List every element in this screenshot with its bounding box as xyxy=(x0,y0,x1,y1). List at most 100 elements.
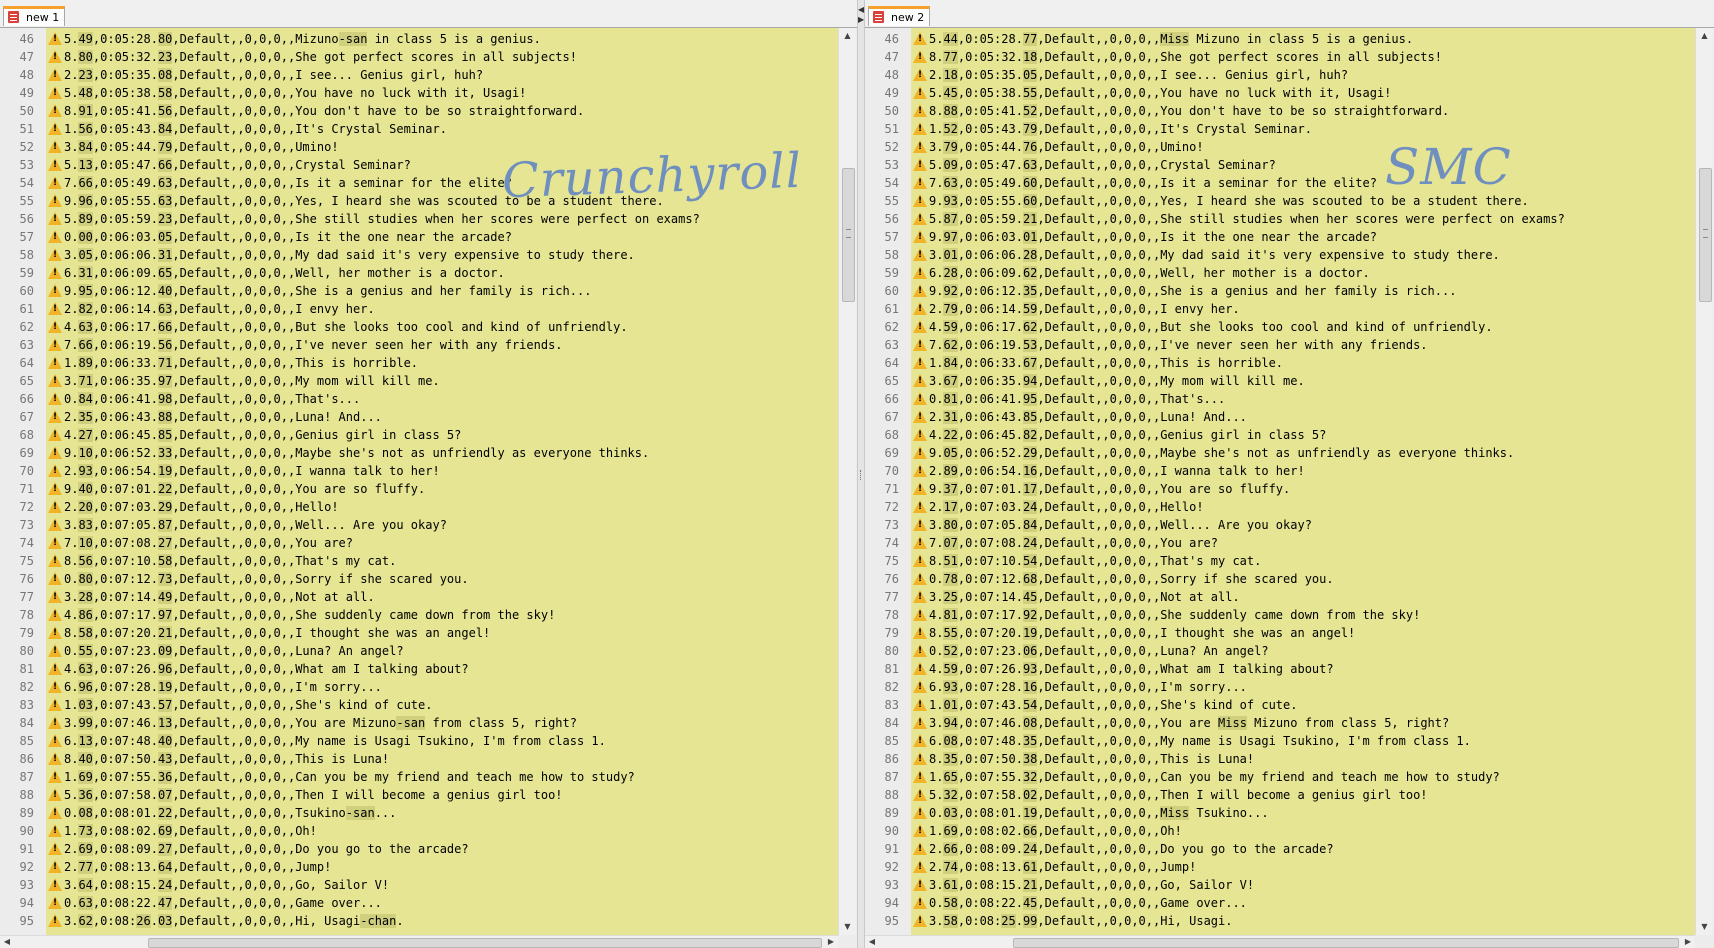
scroll-right-arrow-icon[interactable]: ▶ xyxy=(1681,936,1695,948)
editor-line[interactable]: 67 2.31,0:06:43.85,Default,,0,0,0,,Luna! … xyxy=(865,408,1695,426)
scrollbar-thumb[interactable] xyxy=(148,938,822,948)
editor-line[interactable]: 64 1.84,0:06:33.67,Default,,0,0,0,,This i… xyxy=(865,354,1695,372)
editor-line[interactable]: 70 2.89,0:06:54.16,Default,,0,0,0,,I wann… xyxy=(865,462,1695,480)
scroll-up-arrow-icon[interactable]: ▲ xyxy=(1696,28,1713,44)
editor-line[interactable]: 60 9.95,0:06:12.40,Default,,0,0,0,,She is… xyxy=(0,282,838,300)
arrow-right-icon[interactable]: ▶ xyxy=(858,16,864,24)
editor-line[interactable]: 88 5.36,0:07:58.07,Default,,0,0,0,,Then I… xyxy=(0,786,838,804)
editor-line[interactable]: 51 1.56,0:05:43.84,Default,,0,0,0,,It's C… xyxy=(0,120,838,138)
editor-line[interactable]: 58 3.01,0:06:06.28,Default,,0,0,0,,My dad… xyxy=(865,246,1695,264)
editor-line[interactable]: 52 3.79,0:05:44.76,Default,,0,0,0,,Umino! xyxy=(865,138,1695,156)
editor-line[interactable]: 65 3.67,0:06:35.94,Default,,0,0,0,,My mom… xyxy=(865,372,1695,390)
scroll-down-arrow-icon[interactable]: ▼ xyxy=(1696,919,1713,935)
editor-line[interactable]: 60 9.92,0:06:12.35,Default,,0,0,0,,She is… xyxy=(865,282,1695,300)
scrollbar-thumb[interactable] xyxy=(842,168,855,302)
editor-line[interactable]: 82 6.93,0:07:28.16,Default,,0,0,0,,I'm so… xyxy=(865,678,1695,696)
editor-line[interactable]: 91 2.66,0:08:09.24,Default,,0,0,0,,Do you… xyxy=(865,840,1695,858)
editor-line[interactable]: 94 0.63,0:08:22.47,Default,,0,0,0,,Game o… xyxy=(0,894,838,912)
editor-line[interactable]: 50 8.88,0:05:41.52,Default,,0,0,0,,You do… xyxy=(865,102,1695,120)
editor-line[interactable]: 86 8.40,0:07:50.43,Default,,0,0,0,,This i… xyxy=(0,750,838,768)
editor-line[interactable]: 75 8.51,0:07:10.54,Default,,0,0,0,,That's… xyxy=(865,552,1695,570)
editor-line[interactable]: 71 9.40,0:07:01.22,Default,,0,0,0,,You ar… xyxy=(0,480,838,498)
editor-line[interactable]: 76 0.80,0:07:12.73,Default,,0,0,0,,Sorry … xyxy=(0,570,838,588)
editor-line[interactable]: 87 1.65,0:07:55.32,Default,,0,0,0,,Can yo… xyxy=(865,768,1695,786)
editor-line[interactable]: 53 5.09,0:05:47.63,Default,,0,0,0,,Crysta… xyxy=(865,156,1695,174)
scrollbar-thumb[interactable] xyxy=(1013,938,1679,948)
editor-line[interactable]: 59 6.28,0:06:09.62,Default,,0,0,0,,Well, … xyxy=(865,264,1695,282)
editor-line[interactable]: 48 2.18,0:05:35.05,Default,,0,0,0,,I see.… xyxy=(865,66,1695,84)
editor-line[interactable]: 67 2.35,0:06:43.88,Default,,0,0,0,,Luna! … xyxy=(0,408,838,426)
editor-line[interactable]: 89 0.03,0:08:01.19,Default,,0,0,0,,Miss T… xyxy=(865,804,1695,822)
editor-line[interactable]: 58 3.05,0:06:06.31,Default,,0,0,0,,My dad… xyxy=(0,246,838,264)
editor-line[interactable]: 72 2.20,0:07:03.29,Default,,0,0,0,,Hello! xyxy=(0,498,838,516)
editor-line[interactable]: 50 8.91,0:05:41.56,Default,,0,0,0,,You do… xyxy=(0,102,838,120)
scroll-up-arrow-icon[interactable]: ▲ xyxy=(839,28,856,44)
editor-line[interactable]: 93 3.61,0:08:15.21,Default,,0,0,0,,Go, Sa… xyxy=(865,876,1695,894)
editor-line[interactable]: 78 4.81,0:07:17.92,Default,,0,0,0,,She su… xyxy=(865,606,1695,624)
editor-line[interactable]: 74 7.10,0:07:08.27,Default,,0,0,0,,You ar… xyxy=(0,534,838,552)
editor-line[interactable]: 68 4.27,0:06:45.85,Default,,0,0,0,,Genius… xyxy=(0,426,838,444)
scroll-left-arrow-icon[interactable]: ◀ xyxy=(0,936,14,948)
editor-line[interactable]: 83 1.03,0:07:43.57,Default,,0,0,0,,She's … xyxy=(0,696,838,714)
editor-line[interactable]: 70 2.93,0:06:54.19,Default,,0,0,0,,I wann… xyxy=(0,462,838,480)
editor-line[interactable]: 91 2.69,0:08:09.27,Default,,0,0,0,,Do you… xyxy=(0,840,838,858)
scroll-left-arrow-icon[interactable]: ◀ xyxy=(865,936,879,948)
editor-line[interactable]: 93 3.64,0:08:15.24,Default,,0,0,0,,Go, Sa… xyxy=(0,876,838,894)
editor-line[interactable]: 75 8.56,0:07:10.58,Default,,0,0,0,,That's… xyxy=(0,552,838,570)
arrow-left-icon[interactable]: ◀ xyxy=(858,6,864,14)
editor-line[interactable]: 68 4.22,0:06:45.82,Default,,0,0,0,,Genius… xyxy=(865,426,1695,444)
editor-line[interactable]: 78 4.86,0:07:17.97,Default,,0,0,0,,She su… xyxy=(0,606,838,624)
vertical-scrollbar[interactable]: ▲ ▼ xyxy=(1695,28,1713,935)
horizontal-scrollbar[interactable]: ◀ ▶ xyxy=(0,935,838,948)
editor-line[interactable]: 51 1.52,0:05:43.79,Default,,0,0,0,,It's C… xyxy=(865,120,1695,138)
editor-line[interactable]: 59 6.31,0:06:09.65,Default,,0,0,0,,Well, … xyxy=(0,264,838,282)
tab-new-1[interactable]: new 1 xyxy=(3,6,65,26)
editor-line[interactable]: 81 4.59,0:07:26.93,Default,,0,0,0,,What a… xyxy=(865,660,1695,678)
editor-line[interactable]: 56 5.89,0:05:59.23,Default,,0,0,0,,She st… xyxy=(0,210,838,228)
vertical-scrollbar[interactable]: ▲ ▼ xyxy=(838,28,856,935)
editor-line[interactable]: 55 9.93,0:05:55.60,Default,,0,0,0,,Yes, I… xyxy=(865,192,1695,210)
editor-line[interactable]: 80 0.52,0:07:23.06,Default,,0,0,0,,Luna? … xyxy=(865,642,1695,660)
editor-line[interactable]: 48 2.23,0:05:35.08,Default,,0,0,0,,I see.… xyxy=(0,66,838,84)
editor-line[interactable]: 76 0.78,0:07:12.68,Default,,0,0,0,,Sorry … xyxy=(865,570,1695,588)
editor-line[interactable]: 57 9.97,0:06:03.01,Default,,0,0,0,,Is it … xyxy=(865,228,1695,246)
editor-line[interactable]: 47 8.77,0:05:32.18,Default,,0,0,0,,She go… xyxy=(865,48,1695,66)
editor-line[interactable]: 84 3.94,0:07:46.08,Default,,0,0,0,,You ar… xyxy=(865,714,1695,732)
horizontal-scrollbar[interactable]: ◀ ▶ xyxy=(865,935,1695,948)
editor-line[interactable]: 61 2.82,0:06:14.63,Default,,0,0,0,,I envy… xyxy=(0,300,838,318)
editor-line[interactable]: 92 2.74,0:08:13.61,Default,,0,0,0,,Jump! xyxy=(865,858,1695,876)
editor-line[interactable]: 73 3.83,0:07:05.87,Default,,0,0,0,,Well..… xyxy=(0,516,838,534)
editor-line[interactable]: 90 1.69,0:08:02.66,Default,,0,0,0,,Oh! xyxy=(865,822,1695,840)
editor-line[interactable]: 953.62,0:08:26.03,Default,,0,0,0,,Hi, Us… xyxy=(0,912,838,930)
editor-line[interactable]: 69 9.05,0:06:52.29,Default,,0,0,0,,Maybe … xyxy=(865,444,1695,462)
editor-line[interactable]: 64 1.89,0:06:33.71,Default,,0,0,0,,This i… xyxy=(0,354,838,372)
editor-line[interactable]: 77 3.28,0:07:14.49,Default,,0,0,0,,Not at… xyxy=(0,588,838,606)
text-editor[interactable]: 465.49,0:05:28.80,Default,,0,0,0,,Mizuno… xyxy=(0,28,838,935)
editor-line[interactable]: 69 9.10,0:06:52.33,Default,,0,0,0,,Maybe … xyxy=(0,444,838,462)
tab-new-2[interactable]: new 2 xyxy=(868,6,930,26)
editor-line[interactable]: 61 2.79,0:06:14.59,Default,,0,0,0,,I envy… xyxy=(865,300,1695,318)
editor-line[interactable]: 46 5.49,0:05:28.80,Default,,0,0,0,,Mizuno… xyxy=(0,30,838,48)
editor-line[interactable]: 74 7.07,0:07:08.24,Default,,0,0,0,,You ar… xyxy=(865,534,1695,552)
editor-line[interactable]: 66 0.84,0:06:41.98,Default,,0,0,0,,That's… xyxy=(0,390,838,408)
editor-line[interactable]: 54 7.63,0:05:49.60,Default,,0,0,0,,Is it … xyxy=(865,174,1695,192)
editor-line[interactable]: 80 0.55,0:07:23.09,Default,,0,0,0,,Luna? … xyxy=(0,642,838,660)
editor-line[interactable]: 87 1.69,0:07:55.36,Default,,0,0,0,,Can yo… xyxy=(0,768,838,786)
editor-line[interactable]: 46 5.44,0:05:28.77,Default,,0,0,0,,Miss M… xyxy=(865,30,1695,48)
scroll-down-arrow-icon[interactable]: ▼ xyxy=(839,919,856,935)
editor-line[interactable]: 47 8.80,0:05:32.23,Default,,0,0,0,,She go… xyxy=(0,48,838,66)
editor-line[interactable]: 62 4.63,0:06:17.66,Default,,0,0,0,,But sh… xyxy=(0,318,838,336)
editor-line[interactable]: 82 6.96,0:07:28.19,Default,,0,0,0,,I'm so… xyxy=(0,678,838,696)
editor-line[interactable]: 86 8.35,0:07:50.38,Default,,0,0,0,,This i… xyxy=(865,750,1695,768)
editor-line[interactable]: 624.59,0:06:17.62,Default,,0,0,0,,But sh… xyxy=(865,318,1695,336)
editor-line[interactable]: 79 8.58,0:07:20.21,Default,,0,0,0,,I thou… xyxy=(0,624,838,642)
editor-line[interactable]: 49 5.48,0:05:38.58,Default,,0,0,0,,You ha… xyxy=(0,84,838,102)
text-editor[interactable]: 465.44,0:05:28.77,Default,,0,0,0,,Miss M… xyxy=(865,28,1695,935)
editor-line[interactable]: 63 7.62,0:06:19.53,Default,,0,0,0,,I've n… xyxy=(865,336,1695,354)
editor-line[interactable]: 77 3.25,0:07:14.45,Default,,0,0,0,,Not at… xyxy=(865,588,1695,606)
editor-line[interactable]: 73 3.80,0:07:05.84,Default,,0,0,0,,Well..… xyxy=(865,516,1695,534)
editor-line[interactable]: 85 6.08,0:07:48.35,Default,,0,0,0,,My nam… xyxy=(865,732,1695,750)
editor-line[interactable]: 89 0.08,0:08:01.22,Default,,0,0,0,,Tsukin… xyxy=(0,804,838,822)
editor-line[interactable]: 90 1.73,0:08:02.69,Default,,0,0,0,,Oh! xyxy=(0,822,838,840)
editor-line[interactable]: 88 5.32,0:07:58.02,Default,,0,0,0,,Then I… xyxy=(865,786,1695,804)
